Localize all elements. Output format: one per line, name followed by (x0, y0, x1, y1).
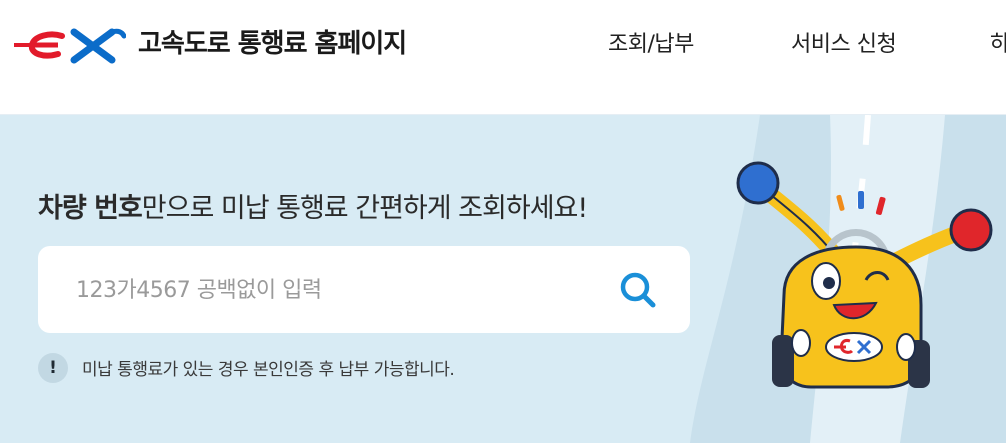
search-button[interactable] (618, 270, 658, 310)
vehicle-number-input[interactable] (74, 266, 598, 314)
main-nav: 조회/납부 서비스 신청 하 (0, 30, 1006, 60)
notice-text: 미납 통행료가 있는 경우 본인인증 후 납부 가능합니다. (82, 360, 455, 380)
headline-bold: 차량 번호 (38, 193, 143, 224)
nav-item-truncated[interactable]: 하 (990, 30, 1006, 60)
hero-headline: 차량 번호만으로 미납 통행료 간편하게 조회하세요! (38, 191, 588, 227)
search-icon (620, 272, 656, 308)
headline-rest: 만으로 미납 통행료 간편하게 조회하세요! (141, 193, 588, 224)
nav-item-service-apply[interactable]: 서비스 신청 (791, 30, 897, 60)
site-header: 고속도로 통행료 홈페이지 조회/납부 서비스 신청 하 (0, 0, 1006, 115)
nav-item-inquiry-payment[interactable]: 조회/납부 (608, 30, 694, 60)
car-mascot-illustration (736, 161, 993, 389)
exclamation-icon: ! (38, 353, 68, 383)
hero-section: 차량 번호만으로 미납 통행료 간편하게 조회하세요! ! 미납 통행료가 있는… (0, 115, 1006, 443)
vehicle-search-box (38, 246, 690, 333)
